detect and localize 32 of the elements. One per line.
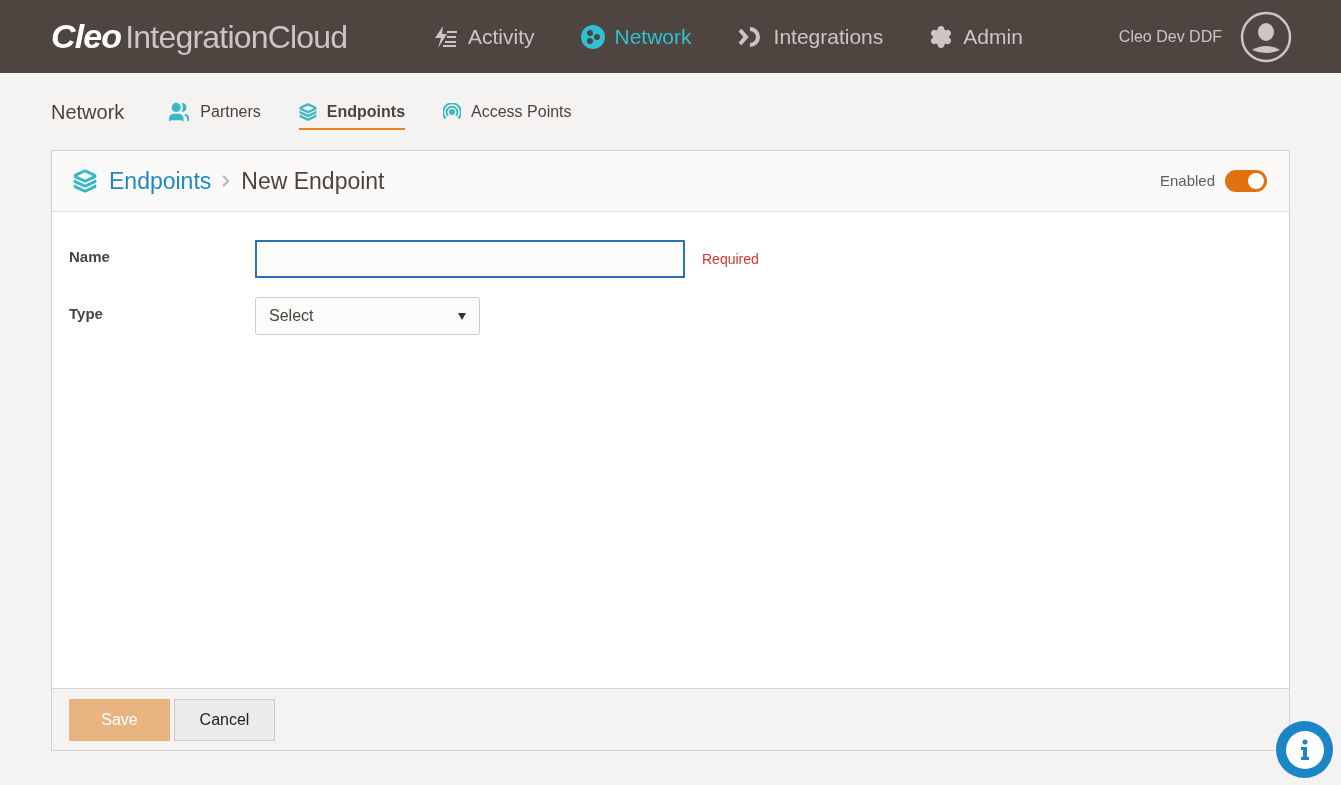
nav-link[interactable]: Integrations bbox=[737, 20, 884, 53]
avatar-icon[interactable] bbox=[1240, 10, 1292, 63]
layers-icon bbox=[298, 102, 317, 121]
logo-text: Cleo bbox=[51, 16, 122, 57]
cancel-button[interactable]: Cancel bbox=[174, 698, 275, 741]
signal-rings-icon bbox=[443, 102, 462, 121]
users-icon bbox=[168, 100, 191, 123]
sub-tab[interactable]: Access Points bbox=[443, 93, 572, 130]
user-name: Cleo Dev DDF bbox=[1118, 26, 1222, 47]
lightning-list-icon bbox=[434, 25, 458, 48]
error-text: Required bbox=[702, 249, 759, 269]
dropdown-caret-icon bbox=[458, 312, 466, 320]
nav-link[interactable]: Network bbox=[580, 20, 692, 53]
network-dots-icon bbox=[580, 24, 605, 49]
section-title: Network bbox=[51, 99, 125, 125]
type-select[interactable]: Select bbox=[255, 297, 480, 335]
logo-text: IntegrationCloud bbox=[125, 18, 348, 57]
nav-link[interactable]: Admin bbox=[929, 20, 1023, 53]
nav-link[interactable]: Activity bbox=[434, 20, 535, 53]
field-label: Type bbox=[69, 304, 104, 324]
field-label: Name bbox=[69, 247, 111, 267]
page-title: New Endpoint bbox=[241, 166, 385, 196]
breadcrumb-link[interactable]: Endpoints bbox=[109, 163, 212, 199]
info-icon bbox=[1285, 730, 1324, 769]
name-input[interactable] bbox=[255, 240, 685, 278]
enabled-toggle[interactable] bbox=[1225, 170, 1267, 192]
settings-icon bbox=[929, 24, 954, 49]
sub-tab[interactable]: Endpoints bbox=[298, 93, 406, 130]
sub-tab[interactable]: Partners bbox=[168, 93, 261, 130]
toggle-label: Enabled bbox=[1159, 170, 1215, 191]
layers-icon bbox=[73, 169, 97, 193]
info-button[interactable] bbox=[1276, 721, 1333, 778]
